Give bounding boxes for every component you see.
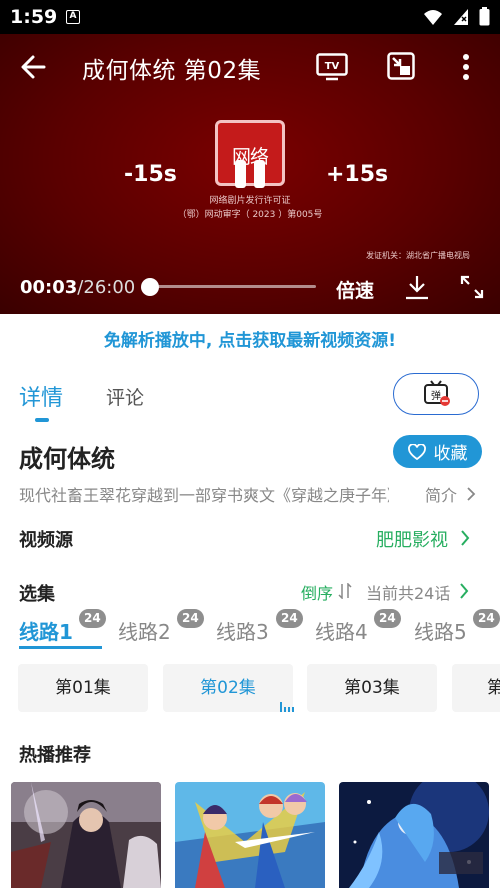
- license-line-2: （鄂）网动审字（ 2023 ）第005号: [177, 210, 323, 220]
- license-line-1: 网络剧片发行许可证: [209, 196, 291, 206]
- current-time: 00:03: [20, 277, 78, 298]
- download-icon[interactable]: [404, 274, 430, 300]
- progress-bar[interactable]: [150, 285, 316, 288]
- source-selector[interactable]: 肥肥影视: [376, 526, 470, 552]
- chevron-right-icon: [460, 530, 470, 546]
- skip-back-button[interactable]: -15s: [124, 162, 177, 187]
- status-icons: [423, 7, 490, 26]
- total-time: /26:00: [77, 277, 136, 298]
- synopsis: 现代社畜王翠花穿越到一部穿书爽文《穿越之庚子年》: [19, 486, 389, 505]
- route-tab-5[interactable]: 线路5: [414, 616, 467, 645]
- route-tab-1[interactable]: 线路1: [19, 616, 73, 645]
- sort-button[interactable]: 倒序: [301, 580, 352, 604]
- battery-icon: [479, 7, 490, 26]
- total-episodes-link[interactable]: 当前共24话: [366, 580, 469, 604]
- intro-link[interactable]: 简介: [425, 482, 476, 506]
- notification-icon: A: [66, 10, 80, 24]
- back-arrow-icon[interactable]: [18, 51, 50, 83]
- skip-forward-button[interactable]: +15s: [326, 162, 388, 187]
- video-player[interactable]: 成何体统 第02集 TV 网络 网络剧片发行许可证 （鄂）网动审字（ 2023 …: [0, 34, 500, 314]
- total-episodes-label: 当前共24话: [366, 584, 451, 603]
- route-badge-2: 24: [177, 609, 204, 628]
- episode-button-3[interactable]: 第03集: [307, 664, 437, 712]
- player-top-bar: 成何体统 第02集 TV: [0, 34, 500, 100]
- speed-button[interactable]: 倍速: [336, 276, 374, 303]
- license-issuer: 发证机关：湖北省广播电视局: [366, 251, 470, 260]
- route-tab-2[interactable]: 线路2: [118, 616, 171, 645]
- more-vertical-icon[interactable]: [456, 52, 476, 82]
- intro-label: 简介: [425, 486, 458, 505]
- player-title: 成何体统 第02集: [82, 58, 262, 84]
- progress-knob[interactable]: [141, 278, 159, 296]
- pause-icon[interactable]: [233, 158, 267, 190]
- route-indicator: [19, 646, 102, 649]
- episodes-label: 选集: [19, 584, 55, 605]
- heart-icon: [407, 443, 426, 460]
- favorite-label: 收藏: [433, 444, 468, 464]
- poster-thumbnail[interactable]: [11, 782, 161, 888]
- episode-button-1[interactable]: 第01集: [18, 664, 148, 712]
- danmaku-off-icon: 弹: [424, 380, 450, 406]
- tab-detail[interactable]: 详情: [19, 380, 63, 412]
- now-playing-icon: [280, 702, 294, 712]
- source-label: 视频源: [19, 530, 73, 551]
- status-bar: 1:59 A: [0, 0, 500, 34]
- chevron-right-icon: [467, 487, 476, 501]
- status-time: 1:59: [10, 6, 58, 28]
- poster-thumbnail[interactable]: [339, 782, 489, 888]
- route-badge-4: 24: [374, 609, 401, 628]
- hot-recommend-title: 热播推荐: [19, 745, 91, 766]
- route-badge-3: 24: [276, 609, 303, 628]
- route-tab-3[interactable]: 线路3: [216, 616, 269, 645]
- danmaku-toggle-button[interactable]: 弹: [393, 373, 479, 415]
- poster-thumbnail[interactable]: [175, 782, 325, 888]
- svg-text:弹: 弹: [431, 389, 441, 402]
- svg-text:TV: TV: [325, 61, 340, 72]
- favorite-button[interactable]: 收藏: [393, 435, 482, 468]
- chevron-right-icon: [460, 583, 469, 599]
- sort-icon: [338, 582, 352, 600]
- source-value: 肥肥影视: [376, 530, 448, 551]
- tab-comments[interactable]: 评论: [106, 383, 144, 410]
- license-text: 网络剧片发行许可证 （鄂）网动审字（ 2023 ）第005号: [150, 194, 350, 222]
- fullscreen-icon[interactable]: [460, 275, 484, 299]
- show-title: 成何体统: [19, 445, 115, 473]
- tv-cast-icon[interactable]: TV: [316, 53, 348, 81]
- tab-indicator: [35, 418, 49, 422]
- episode-button-2[interactable]: 第02集: [163, 664, 293, 712]
- episode-button-4[interactable]: 第04集: [452, 664, 500, 712]
- route-tab-4[interactable]: 线路4: [315, 616, 368, 645]
- pip-icon[interactable]: [387, 52, 415, 80]
- time-display: 00:03/26:00: [20, 277, 135, 298]
- signal-icon: [454, 8, 468, 25]
- route-badge-5: 24: [473, 609, 500, 628]
- sort-label: 倒序: [301, 584, 334, 603]
- route-badge-1: 24: [79, 609, 106, 628]
- wifi-icon: [424, 9, 442, 25]
- resource-notice-link[interactable]: 免解析播放中, 点击获取最新视频资源!: [0, 326, 500, 351]
